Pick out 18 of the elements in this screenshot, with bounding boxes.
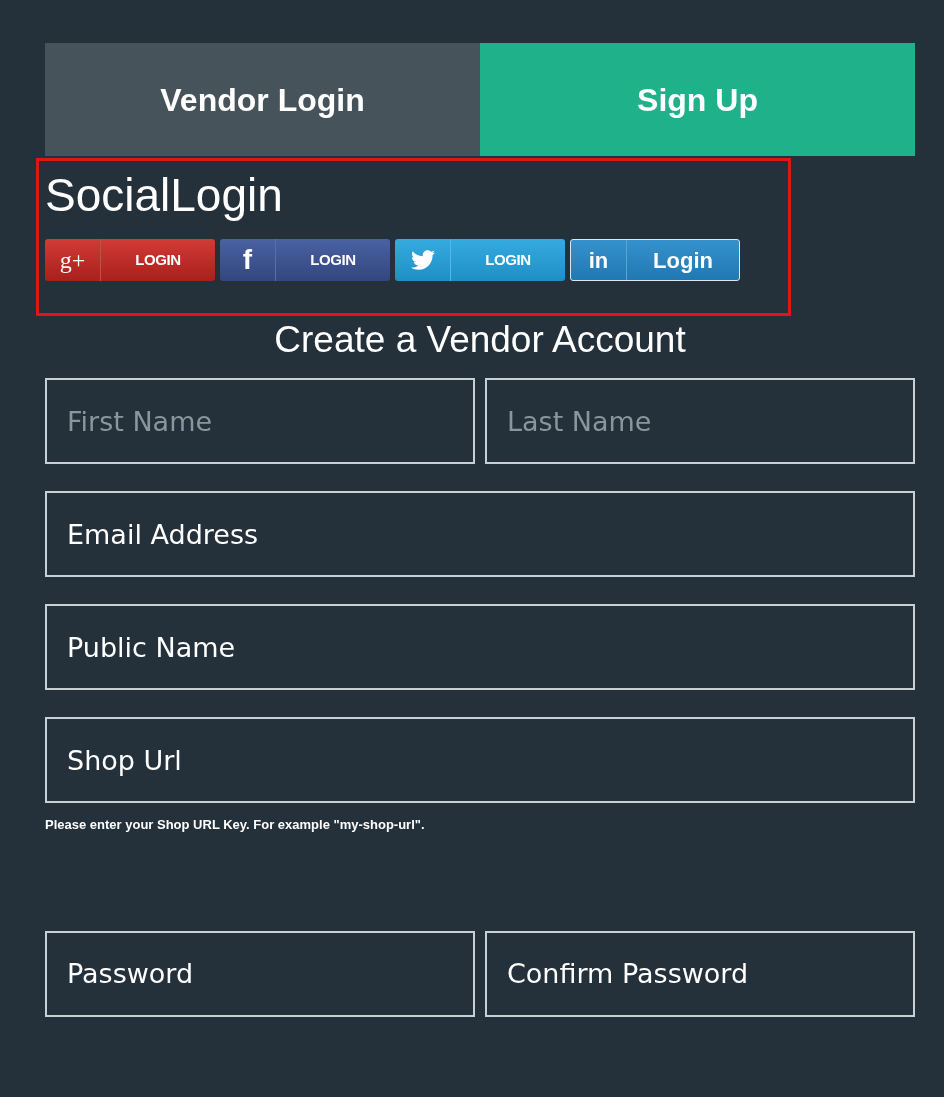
text-field[interactable]: Shop Url: [45, 717, 915, 803]
form-title: Create a Vendor Account: [273, 318, 687, 362]
hint-text: Please enter your Shop URL Key. For example "my-shop-url".: [45, 816, 426, 834]
logo-glyph: in: [588, 246, 609, 275]
text-field[interactable]: Password: [45, 930, 475, 1017]
text-field[interactable]: Confirm Password: [485, 930, 915, 1017]
text-field[interactable]: First Name: [45, 378, 475, 464]
section-title: SocialLogin: [45, 168, 284, 223]
logo-glyph: g+: [59, 246, 86, 275]
text-field[interactable]: Email Address: [45, 491, 915, 577]
text-field[interactable]: Public Name: [45, 604, 915, 690]
logo-glyph: f: [242, 243, 253, 277]
text-field[interactable]: Last Name: [485, 378, 915, 464]
social-login-button[interactable]: g+ LOGIN: [45, 239, 215, 281]
social-login-button[interactable]: in Login: [570, 239, 740, 281]
bird-icon: [410, 248, 435, 272]
tab[interactable]: Vendor Login: [45, 43, 480, 156]
social-login-button[interactable]: f LOGIN: [220, 239, 390, 281]
